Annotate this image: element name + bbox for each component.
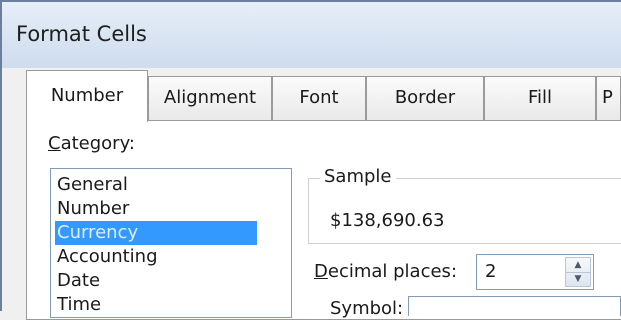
category-item-date[interactable]: Date: [55, 269, 257, 293]
symbol-dropdown[interactable]: [408, 296, 621, 316]
category-item-number[interactable]: Number: [55, 197, 257, 221]
decimal-places-input[interactable]: 2 ▲ ▼: [476, 254, 594, 290]
category-item-accounting[interactable]: Accounting: [55, 245, 257, 269]
tab-protection[interactable]: P: [596, 76, 621, 120]
category-item-general[interactable]: General: [55, 173, 257, 197]
symbol-label: Symbol:: [330, 298, 404, 319]
decimal-places-spinner[interactable]: ▲ ▼: [565, 257, 591, 287]
category-item-time[interactable]: Time: [55, 293, 257, 317]
spin-down-arrow-icon[interactable]: ▼: [566, 272, 590, 286]
sample-legend: Sample: [320, 166, 396, 187]
decimal-places-value: 2: [485, 261, 497, 282]
sample-value: $138,690.63: [330, 210, 445, 231]
category-listbox[interactable]: General Number Currency Accounting Date …: [50, 168, 292, 318]
window-title: Format Cells: [16, 22, 147, 46]
tab-font[interactable]: Font: [272, 76, 366, 120]
title-bar: Format Cells: [0, 0, 621, 68]
category-label: Category:: [48, 133, 135, 154]
spin-up-arrow-icon[interactable]: ▲: [566, 258, 590, 273]
tab-number[interactable]: Number: [26, 70, 148, 122]
tab-alignment[interactable]: Alignment: [148, 76, 272, 120]
category-item-currency[interactable]: Currency: [55, 221, 257, 245]
tab-fill[interactable]: Fill: [484, 76, 596, 120]
tab-border[interactable]: Border: [366, 76, 484, 120]
decimal-places-label: Decimal places:: [314, 261, 458, 282]
